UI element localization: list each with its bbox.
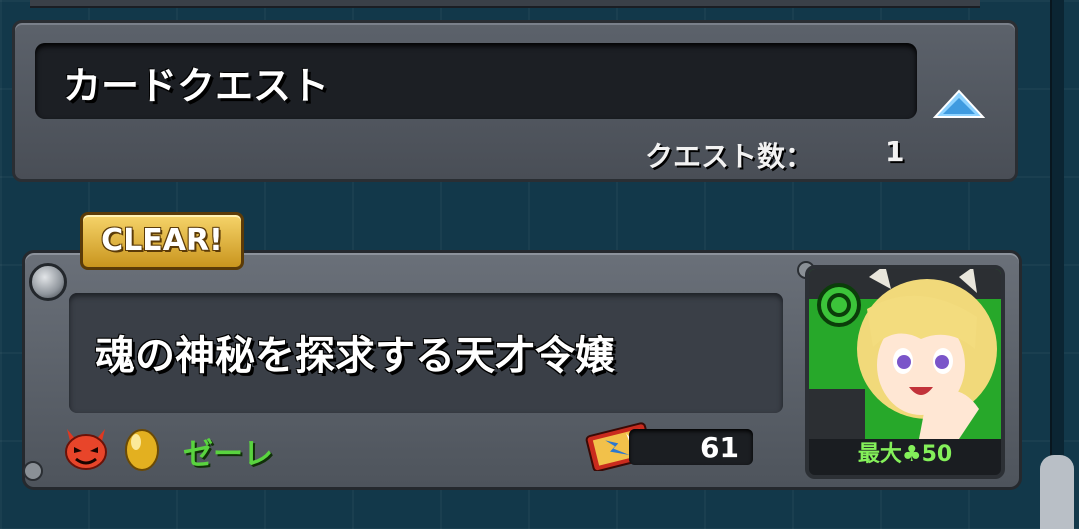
monster-name: ゼーレ (183, 437, 273, 472)
quest-count: クエスト数： 1 (645, 135, 945, 175)
category-title: カードクエスト (63, 64, 330, 108)
title-box: カードクエスト (35, 43, 917, 119)
quest-count-value: 1 (885, 135, 905, 168)
quest-card[interactable]: 魂の神秘を探求する天才令嬢 ゼーレ 61 最大♣50 (22, 250, 1022, 490)
card-knob (29, 263, 67, 301)
ticket-count: 61 (700, 431, 739, 464)
quest-title: 魂の神秘を探求する天才令嬢 (95, 333, 615, 379)
clear-badge: CLEAR! (80, 212, 244, 270)
dark-element-devil-icon (65, 429, 107, 470)
scrollbar-thumb[interactable] (1040, 455, 1074, 529)
card-title-box: 魂の神秘を探求する天才令嬢 (69, 293, 783, 413)
monster-portrait-image (809, 269, 1001, 439)
max-luck: 最大♣50 (809, 437, 1001, 473)
clear-label: CLEAR! (101, 223, 223, 258)
card-pin (23, 461, 43, 481)
quest-count-label: クエスト数： (645, 140, 814, 173)
max-luck-value: 50 (921, 442, 953, 467)
triangle-up-icon (932, 89, 986, 118)
monster-portrait[interactable]: 最大♣50 (805, 265, 1005, 479)
quest-category-header[interactable]: カードクエスト クエスト数： 1 (12, 20, 1018, 182)
collapse-button[interactable] (932, 89, 986, 121)
top-strip (30, 0, 980, 8)
clover-icon: ♣ (901, 442, 922, 467)
max-luck-label: 最大 (857, 442, 902, 467)
scrollbar-track[interactable] (1050, 0, 1064, 529)
golden-egg-icon (125, 429, 159, 471)
ticket-count-box: 61 (629, 429, 753, 465)
